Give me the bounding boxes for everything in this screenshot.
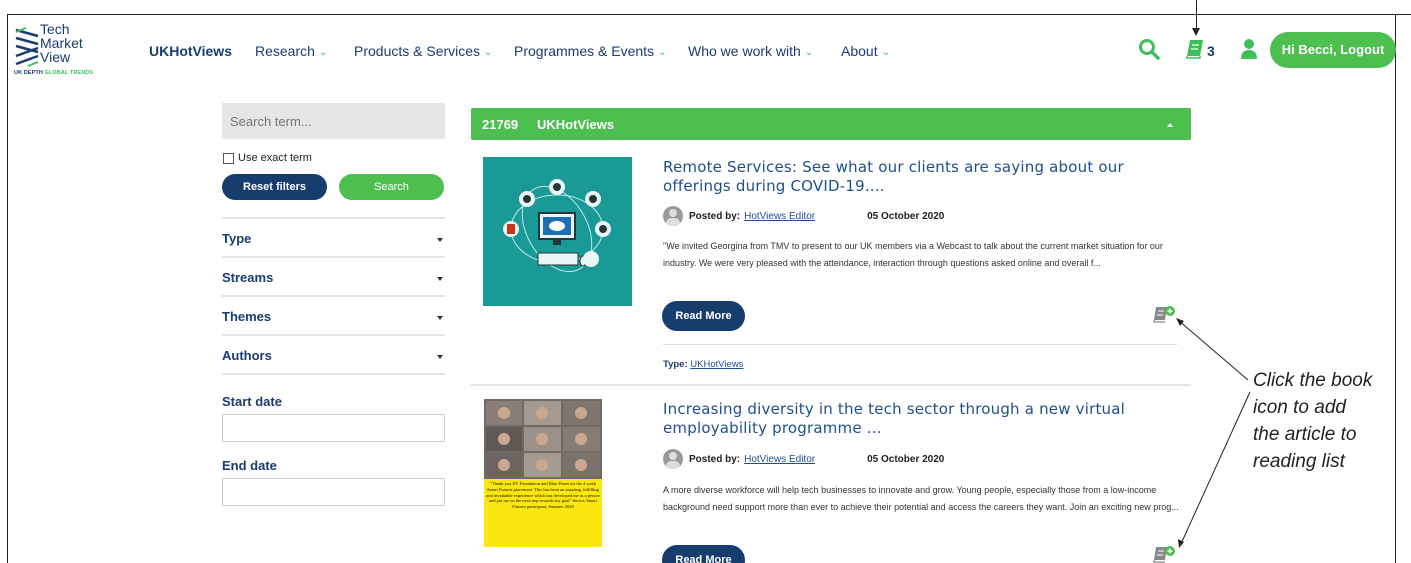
callout-line-3: the article to	[1253, 424, 1357, 445]
logo-tagline-b: GLOBAL TRENDS	[44, 70, 94, 76]
avatar	[663, 206, 683, 226]
add-to-reading-list-icon[interactable]	[1152, 305, 1176, 323]
author-link[interactable]: HotViews Editor	[744, 454, 815, 465]
logout-button[interactable]: Hi Becci, Logout	[1270, 32, 1396, 68]
exact-term-label: Use exact term	[238, 152, 312, 164]
nav-label: Who we work with	[688, 43, 801, 59]
chevron-down-icon: ⌄	[484, 47, 493, 58]
nav-who-we-work-with[interactable]: Who we work with ⌄	[688, 43, 813, 59]
user-icon[interactable]	[1240, 38, 1258, 65]
logo-wordmark: Tech Market View	[40, 22, 83, 64]
filter-label: Themes	[222, 309, 272, 324]
reading-list-icon[interactable]	[1185, 38, 1205, 65]
nav-research[interactable]: Research ⌄	[255, 43, 327, 59]
posted-by-label: Posted by:	[689, 210, 741, 222]
nav-label: Programmes & Events	[514, 43, 655, 59]
cloud-network-illustration-icon	[483, 157, 632, 306]
results-row-divider	[471, 384, 1191, 386]
logo-line-tech: Tech	[40, 21, 70, 37]
article-meta: Posted by: HotViews Editor 05 October 20…	[663, 449, 944, 469]
results-count: 21769	[482, 117, 519, 132]
filter-label: Type	[222, 231, 252, 246]
nav-about[interactable]: About ⌄	[841, 43, 890, 59]
article-date: 05 October 2020	[867, 453, 945, 465]
page: Tech Market View UK DEPTH GLOBAL TRENDS …	[0, 0, 1411, 563]
start-date-label: Start date	[222, 394, 282, 409]
nav-label: UKHotViews	[149, 43, 232, 59]
nav-label: About	[841, 43, 878, 59]
logo-line-view: View	[40, 49, 71, 65]
end-date-input[interactable]	[222, 478, 445, 506]
article-title[interactable]: Remote Services: See what our clients ar…	[663, 158, 1183, 196]
callout-pointer-lines	[1176, 318, 1251, 548]
article-excerpt: A more diverse workforce will help tech …	[663, 485, 1179, 512]
nav-label: Products & Services	[354, 43, 481, 59]
video-call-grid-illustration-icon: "Thank you EY Foundation and Blue Prism …	[484, 399, 602, 547]
filter-divider	[222, 373, 445, 375]
logo-line-market: Market	[40, 35, 83, 51]
frame-border-left	[7, 14, 8, 563]
search-icon[interactable]	[1138, 38, 1160, 65]
nav-products-services[interactable]: Products & Services ⌄	[354, 43, 492, 59]
callout-annotation: Click the book icon to add the article t…	[1253, 367, 1411, 475]
filter-label: Streams	[222, 270, 274, 285]
nav-label: Research	[255, 43, 315, 59]
reading-list-count[interactable]: 3	[1207, 43, 1215, 59]
tech-market-view-logo[interactable]: Tech Market View UK DEPTH GLOBAL TRENDS	[14, 22, 94, 78]
search-button[interactable]: Search	[339, 174, 444, 200]
article-excerpt: "We invited Georgina from TMV to present…	[663, 241, 1163, 268]
caret-down-icon	[437, 238, 443, 242]
filter-themes[interactable]: Themes	[222, 295, 445, 334]
search-input[interactable]	[222, 103, 445, 139]
read-more-button[interactable]: Read More	[662, 545, 745, 563]
article-meta: Posted by: HotViews Editor 05 October 20…	[663, 206, 944, 226]
logo-mark-icon	[15, 27, 39, 67]
chevron-down-icon: ⌄	[881, 47, 890, 58]
callout-line-4: reading list	[1253, 451, 1345, 472]
add-to-reading-list-icon[interactable]	[1152, 545, 1176, 563]
chevron-down-icon: ⌄	[804, 47, 814, 58]
read-more-button[interactable]: Read More	[662, 301, 745, 331]
start-date-input[interactable]	[222, 414, 445, 442]
callout-line-top	[1196, 0, 1197, 30]
caret-down-icon	[437, 316, 443, 320]
callout-arrowhead-top	[1192, 28, 1200, 36]
avatar	[663, 449, 683, 469]
results-header-bar[interactable]: 21769 UKHotViews	[471, 108, 1191, 140]
author-link[interactable]: HotViews Editor	[744, 211, 815, 222]
type-label: Type:	[663, 359, 688, 370]
type-link[interactable]: UKHotViews	[690, 359, 743, 370]
callout-line-1: Click the book	[1253, 370, 1373, 391]
callout-line-2: icon to add	[1253, 397, 1346, 418]
chevron-down-icon: ⌄	[318, 47, 328, 58]
frame-border-right	[1395, 14, 1396, 563]
image-quote-text: "Thank you EY Foundation and Blue Prism …	[486, 481, 600, 510]
logo-tagline: UK DEPTH GLOBAL TRENDS	[14, 70, 93, 76]
article-thumbnail-diversity[interactable]: "Thank you EY Foundation and Blue Prism …	[484, 399, 602, 547]
filter-label: Authors	[222, 348, 272, 363]
article-type: Type: UKHotViews	[663, 359, 743, 370]
filter-type[interactable]: Type	[222, 217, 445, 256]
article-divider	[663, 344, 1177, 345]
collapse-caret-icon[interactable]	[1167, 123, 1173, 127]
end-date-label: End date	[222, 458, 277, 473]
filter-streams[interactable]: Streams	[222, 256, 445, 295]
frame-border-top	[7, 14, 1411, 15]
results-stream-name: UKHotViews	[537, 117, 615, 132]
reset-filters-button[interactable]: Reset filters	[222, 174, 327, 200]
filter-authors[interactable]: Authors	[222, 334, 445, 373]
exact-term-checkbox[interactable]: Use exact term	[223, 152, 312, 164]
article-title[interactable]: Increasing diversity in the tech sector …	[663, 400, 1183, 438]
checkbox-box[interactable]	[223, 152, 234, 164]
caret-down-icon	[437, 277, 443, 281]
posted-by-label: Posted by:	[689, 453, 741, 465]
nav-ukhotviews[interactable]: UKHotViews	[149, 43, 232, 59]
nav-programmes-events[interactable]: Programmes & Events ⌄	[514, 43, 666, 59]
article-thumbnail-remote-services[interactable]	[483, 157, 632, 306]
logo-tagline-a: UK DEPTH	[14, 70, 45, 76]
caret-down-icon	[437, 355, 443, 359]
article-date: 05 October 2020	[867, 210, 945, 222]
chevron-down-icon: ⌄	[658, 47, 667, 58]
